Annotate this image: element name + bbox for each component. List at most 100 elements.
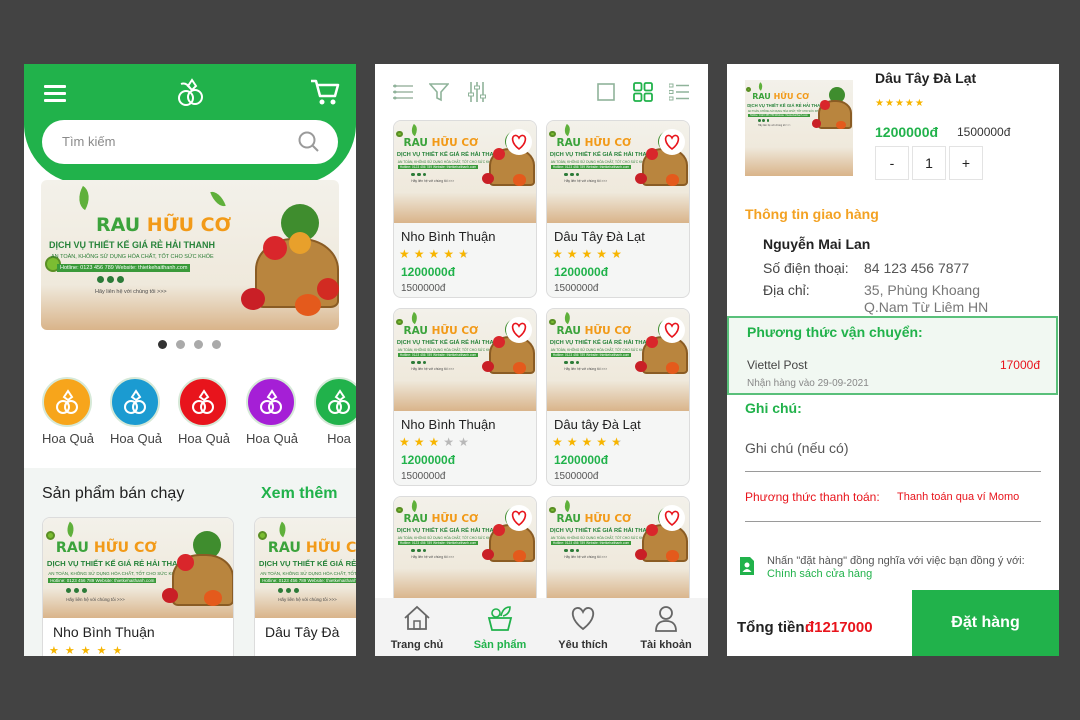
- fruit-basket-icon: [328, 389, 350, 414]
- favorite-button[interactable]: [506, 505, 532, 531]
- note-input[interactable]: Ghi chú (nếu có): [745, 440, 1041, 472]
- banner-hotline: Hotline: 0123 456 789 Website: thietkeha…: [397, 165, 479, 170]
- quantity-decrease-button[interactable]: -: [875, 146, 909, 180]
- policy-text: Nhấn "đặt hàng" đồng nghĩa với việc bạn …: [767, 555, 1025, 567]
- kiwi-decoration: [548, 318, 556, 326]
- banner-tagline: AN TOÀN, KHÔNG SỬ DỤNG HÓA CHẤT, TỐT CHO…: [747, 109, 822, 113]
- detail-list-icon[interactable]: [669, 83, 689, 101]
- quantity-field[interactable]: 1: [912, 146, 946, 180]
- tab-favorites[interactable]: Yêu thích: [548, 604, 618, 651]
- search-input[interactable]: Tìm kiếm: [42, 120, 338, 164]
- favorite-button[interactable]: [659, 505, 685, 531]
- adjust-icon[interactable]: [467, 81, 487, 103]
- banner-contact: Hãy liên hệ với chúng tôi >>>: [411, 367, 455, 372]
- star-icon: ★: [914, 98, 925, 109]
- star-icon: ★: [399, 247, 414, 261]
- star-icon: ★: [581, 247, 597, 261]
- product-rating: ★★★★★: [875, 98, 925, 109]
- address-line-1: 35, Phùng Khoang: [864, 282, 980, 298]
- banner-title-b: HỮU CƠ: [93, 539, 157, 556]
- payment-value: Thanh toán qua ví Momo: [897, 491, 1020, 503]
- kiwi-decoration: [746, 87, 752, 93]
- product-old-price: 1500000đ: [401, 283, 446, 294]
- place-order-button[interactable]: Đặt hàng: [912, 590, 1059, 656]
- quantity-increase-button[interactable]: +: [949, 146, 983, 180]
- carousel-dot[interactable]: [158, 340, 167, 349]
- policy-link[interactable]: Chính sách cửa hàng: [767, 568, 872, 580]
- category-item[interactable]: Hoa: [314, 377, 356, 446]
- category-item[interactable]: Hoa Quả: [110, 377, 162, 446]
- leaf-decoration: [275, 521, 290, 538]
- star-icon: ★: [428, 247, 444, 261]
- banner-title-a: RAU: [55, 539, 94, 556]
- leaf-decoration: [562, 311, 573, 324]
- kiwi-decoration: [45, 530, 55, 540]
- product-list-screen: RAU HỮU CƠ DỊCH VỤ THIẾT KẾ GIÁ RẺ HẢI T…: [375, 64, 708, 656]
- total-value: đ1217000: [805, 619, 873, 636]
- tab-account[interactable]: Tài khoản: [631, 604, 701, 651]
- banner-social-icons: [411, 172, 427, 177]
- search-icon[interactable]: [298, 131, 320, 153]
- heart-icon: [664, 322, 680, 338]
- banner-title-b: HỮU CƠ: [431, 325, 479, 338]
- tab-products[interactable]: Sản phẩm: [465, 604, 535, 651]
- leaf-decoration: [63, 521, 78, 538]
- category-item[interactable]: Hoa Quả: [246, 377, 298, 446]
- total-label: Tổng tiền:: [737, 619, 810, 636]
- cart-icon[interactable]: [310, 78, 340, 106]
- banner-title-b: HỮU CƠ: [584, 137, 632, 150]
- favorite-button[interactable]: [506, 129, 532, 155]
- leaf-decoration: [72, 185, 96, 211]
- heart-icon: [511, 322, 527, 338]
- kiwi-decoration: [395, 318, 403, 326]
- product-card[interactable]: RAU HỮU CƠ DỊCH VỤ THIẾT KẾ GIÁ RẺ HẢI T…: [393, 308, 537, 486]
- product-price: 1200000đ: [401, 453, 456, 467]
- leaf-decoration: [210, 188, 226, 210]
- banner-subtitle: DỊCH VỤ THIẾT KẾ GIÁ RẺ HẢI THANH: [258, 559, 356, 569]
- banner-title-b: HỮU CƠ: [146, 214, 232, 236]
- carrier-name: Viettel Post: [747, 358, 808, 372]
- banner-title-a: RAU: [403, 325, 432, 338]
- search-placeholder: Tìm kiếm: [62, 134, 116, 149]
- star-icon: ★: [413, 247, 429, 261]
- list-view-icon[interactable]: [393, 84, 413, 100]
- menu-icon[interactable]: [44, 84, 66, 102]
- leaf-decoration: [562, 123, 573, 136]
- tomato-image: [481, 360, 495, 372]
- single-view-icon[interactable]: [597, 83, 615, 101]
- banner-social-icons: [97, 276, 124, 283]
- favorite-button[interactable]: [659, 129, 685, 155]
- tomato-image: [513, 362, 527, 374]
- product-card[interactable]: RAU HỮU CƠ DỊCH VỤ THIẾT KẾ GIÁ RẺ HẢI T…: [393, 120, 537, 298]
- best-seller-card[interactable]: RAU HỮU CƠ DỊCH VỤ THIẾT KẾ GIÁ RẺ HẢI T…: [42, 517, 234, 656]
- tab-home[interactable]: Trang chủ: [382, 604, 452, 651]
- star-icon: ★: [443, 435, 459, 449]
- product-name: Dâu Tây Đà: [265, 624, 340, 640]
- banner-title-a: RAU: [752, 92, 774, 102]
- carousel-dot[interactable]: [176, 340, 185, 349]
- tab-account-label: Tài khoản: [640, 639, 692, 651]
- best-seller-card[interactable]: RAU HỮU CƠ DỊCH VỤ THIẾT KẾ GIÁ RẺ HẢI T…: [254, 517, 356, 656]
- star-icon: ★: [443, 247, 459, 261]
- category-item[interactable]: Hoa Quả: [42, 377, 94, 446]
- tomato-image: [481, 172, 495, 184]
- heart-icon: [511, 134, 527, 150]
- filter-icon[interactable]: [429, 82, 449, 102]
- carousel-dot[interactable]: [212, 340, 221, 349]
- see-more-link[interactable]: Xem thêm: [261, 485, 337, 503]
- carousel-dot[interactable]: [194, 340, 203, 349]
- product-image: RAU HỮU CƠ DỊCH VỤ THIẾT KẾ GIÁ RẺ HẢI T…: [255, 518, 356, 618]
- payment-method-field[interactable]: Phương thức thanh toán: Thanh toán qua v…: [745, 488, 1041, 522]
- best-sellers-title: Sản phẩm bán chạy: [42, 485, 185, 502]
- favorite-button[interactable]: [659, 317, 685, 343]
- shipping-method-box[interactable]: Phương thức vận chuyển: Viettel Post 170…: [727, 316, 1058, 395]
- grid-view-icon[interactable]: [633, 82, 653, 102]
- banner-tagline: AN TOÀN, KHÔNG SỬ DỤNG HÓA CHẤT, TỐT CHO…: [397, 348, 496, 353]
- banner-social-icons: [278, 587, 299, 593]
- category-item[interactable]: Hoa Quả: [178, 377, 230, 446]
- fruit-basket-icon: [260, 389, 282, 414]
- promo-banner[interactable]: RAU HỮU CƠ DỊCH VỤ THIẾT KẾ GIÁ RẺ HẢI T…: [41, 180, 339, 330]
- favorite-button[interactable]: [506, 317, 532, 343]
- product-card[interactable]: RAU HỮU CƠ DỊCH VỤ THIẾT KẾ GIÁ RẺ HẢI T…: [546, 308, 690, 486]
- product-card[interactable]: RAU HỮU CƠ DỊCH VỤ THIẾT KẾ GIÁ RẺ HẢI T…: [546, 120, 690, 298]
